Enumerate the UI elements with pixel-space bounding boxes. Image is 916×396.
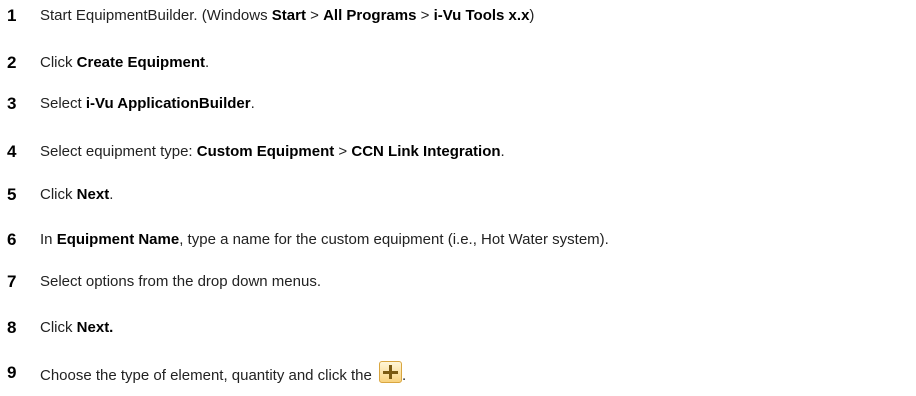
text-segment: . [205, 54, 210, 71]
text-segment: Choose the type of element, quantity and… [40, 367, 377, 384]
step-text: Start EquipmentBuilder. (Windows Start >… [40, 4, 534, 28]
bold-term: Custom Equipment [196, 143, 335, 160]
step-text: Choose the type of element, quantity and… [40, 361, 406, 388]
text-segment: . [250, 95, 255, 112]
step-text: Select equipment type: Custom Equipment … [40, 140, 505, 164]
step-number: 2 [7, 53, 17, 72]
bold-term: Create Equipment [76, 54, 206, 71]
step-number: 6 [7, 230, 17, 249]
text-segment: Start EquipmentBuilder. (Windows [40, 7, 272, 24]
step-text: Click Create Equipment. [40, 51, 209, 75]
text-segment: > [416, 7, 434, 24]
text-segment: ) [529, 7, 535, 24]
step-number: 8 [7, 318, 17, 337]
step-text: In Equipment Name, type a name for the c… [40, 228, 609, 252]
step-text: Click Next. [40, 183, 113, 207]
add-plus-icon [379, 361, 403, 383]
text-segment: Click [40, 54, 77, 71]
step-text: Select i-Vu ApplicationBuilder. [40, 92, 255, 116]
step-number: 9 [7, 363, 17, 382]
text-segment: Select [40, 95, 86, 112]
text-segment: . [109, 186, 114, 203]
text-segment: . [500, 143, 505, 160]
step-number: 3 [7, 94, 17, 113]
bold-term: i-Vu ApplicationBuilder [85, 95, 251, 112]
bold-term: Start [271, 7, 306, 24]
text-segment: > [334, 143, 352, 160]
text-segment: Select equipment type: [40, 143, 197, 160]
step-number: 1 [7, 6, 17, 25]
step-text: Click Next. [40, 316, 113, 340]
bold-term: All Programs [323, 7, 417, 24]
step-number: 5 [7, 185, 17, 204]
bold-term: Equipment Name [56, 231, 180, 248]
step-number: 7 [7, 272, 17, 291]
text-segment: Click [40, 319, 77, 336]
bold-term: Next. [76, 319, 114, 336]
step-text: Select options from the drop down menus. [40, 270, 321, 294]
text-segment: > [305, 7, 324, 24]
bold-term: i-Vu Tools x.x [433, 7, 530, 24]
text-segment: In [40, 231, 57, 248]
text-segment: Select options from the drop down menus. [40, 273, 321, 290]
bold-term: Next [76, 186, 110, 203]
step-number: 4 [7, 142, 17, 161]
text-segment: Click [40, 186, 77, 203]
text-segment: , type a name for the custom equipment (… [179, 231, 609, 248]
text-segment: . [402, 367, 407, 384]
bold-term: CCN Link Integration [351, 143, 501, 160]
